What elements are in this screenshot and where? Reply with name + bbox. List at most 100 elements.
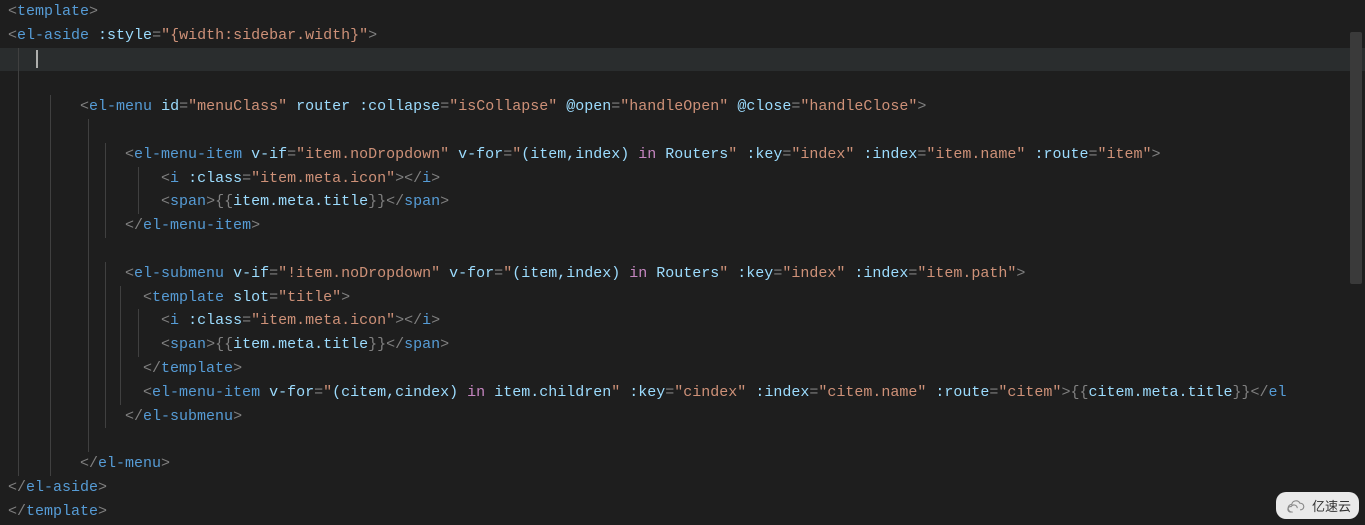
token-punct: <	[161, 336, 170, 353]
token-ident: item.meta.title	[233, 336, 368, 353]
token-txt	[440, 265, 449, 282]
token-punct: >	[233, 360, 242, 377]
code-line[interactable]: </el-aside>	[0, 476, 1365, 500]
code-line[interactable]: <template>	[0, 0, 1365, 24]
code-line[interactable]: <el-menu id="menuClass" router :collapse…	[0, 95, 1365, 119]
token-attr: :key	[629, 384, 665, 401]
token-tag: i	[170, 312, 179, 329]
indent-guide	[18, 119, 19, 143]
token-punct: >	[368, 27, 377, 44]
token-punct: =	[665, 384, 674, 401]
token-txt	[8, 265, 125, 282]
code-lines[interactable]: <template><el-aside :style="{width:sideb…	[0, 0, 1365, 524]
token-punct: </	[386, 336, 404, 353]
token-punct: <	[161, 193, 170, 210]
code-line[interactable]	[0, 428, 1365, 452]
code-line[interactable]: <span>{{item.meta.title}}</span>	[0, 190, 1365, 214]
token-ident: Routers	[647, 265, 719, 282]
indent-guide	[50, 428, 51, 452]
code-line[interactable]: </template>	[0, 357, 1365, 381]
token-attr: :style	[98, 27, 152, 44]
token-tag: i	[422, 170, 431, 187]
token-punct: =	[242, 312, 251, 329]
token-attr: router	[296, 98, 350, 115]
token-punct: <	[125, 146, 134, 163]
code-line[interactable]: <el-menu-item v-for="(citem,cindex) in i…	[0, 381, 1365, 405]
token-punct: </	[1251, 384, 1269, 401]
code-line[interactable]: <el-menu-item v-if="item.noDropdown" v-f…	[0, 143, 1365, 167]
token-attr: :index	[863, 146, 917, 163]
indent-guide	[88, 262, 89, 286]
token-attr: v-if	[233, 265, 269, 282]
code-line[interactable]: </template>	[0, 500, 1365, 524]
code-line[interactable]: <template slot="title">	[0, 286, 1365, 310]
code-line[interactable]	[0, 71, 1365, 95]
token-punct: </	[80, 455, 98, 472]
token-str: "item.name"	[926, 146, 1025, 163]
token-str: "handleClose"	[800, 98, 917, 115]
indent-guide	[105, 357, 106, 381]
token-txt	[242, 146, 251, 163]
code-line[interactable]: <span>{{item.meta.title}}</span>	[0, 333, 1365, 357]
token-punct: =	[152, 27, 161, 44]
code-line[interactable]: </el-menu-item>	[0, 214, 1365, 238]
token-attr: v-if	[251, 146, 287, 163]
indent-guide	[105, 262, 106, 286]
token-attr: :class	[188, 312, 242, 329]
indent-guide	[105, 190, 106, 214]
token-ident: (citem,cindex)	[332, 384, 467, 401]
indent-guide	[50, 333, 51, 357]
token-tag: i	[170, 170, 179, 187]
token-punct: >	[98, 479, 107, 496]
vertical-scrollbar[interactable]	[1349, 0, 1363, 525]
token-txt	[8, 384, 143, 401]
token-str: "item.meta.icon"	[251, 170, 395, 187]
code-line[interactable]: </el-submenu>	[0, 405, 1365, 429]
code-line[interactable]: <el-submenu v-if="!item.noDropdown" v-fo…	[0, 262, 1365, 286]
token-punct: <	[161, 170, 170, 187]
token-tag: el	[1269, 384, 1287, 401]
token-tag: template	[26, 503, 98, 520]
token-tag: template	[17, 3, 89, 20]
code-line[interactable]	[0, 48, 1365, 72]
token-str: "menuClass"	[188, 98, 287, 115]
indent-guide	[50, 405, 51, 429]
code-line[interactable]	[0, 238, 1365, 262]
token-attr: :index	[854, 265, 908, 282]
indent-guide	[138, 190, 139, 214]
token-str: "item.meta.icon"	[251, 312, 395, 329]
token-tag: el-menu	[98, 455, 161, 472]
indent-guide	[18, 405, 19, 429]
token-punct: <	[80, 98, 89, 115]
indent-guide	[50, 357, 51, 381]
code-line[interactable]: <i :class="item.meta.icon"></i>	[0, 309, 1365, 333]
token-punct: </	[125, 408, 143, 425]
indent-guide	[120, 286, 121, 310]
token-attr: slot	[233, 289, 269, 306]
indent-guide	[88, 333, 89, 357]
code-line[interactable]: <i :class="item.meta.icon"></i>	[0, 167, 1365, 191]
token-punct: =	[611, 98, 620, 115]
token-punct: >	[98, 503, 107, 520]
indent-guide	[18, 262, 19, 286]
code-line[interactable]: </el-menu>	[0, 452, 1365, 476]
token-txt	[350, 98, 359, 115]
indent-guide	[50, 143, 51, 167]
token-punct: >	[440, 193, 449, 210]
token-punct: {{	[215, 336, 233, 353]
indent-guide	[88, 286, 89, 310]
code-line[interactable]: <el-aside :style="{width:sidebar.width}"…	[0, 24, 1365, 48]
token-attr: id	[161, 98, 179, 115]
indent-guide	[138, 333, 139, 357]
token-txt	[845, 265, 854, 282]
token-key: in	[629, 265, 647, 282]
indent-guide	[18, 71, 19, 95]
token-str: "index"	[782, 265, 845, 282]
code-editor[interactable]: <template><el-aside :style="{width:sideb…	[0, 0, 1365, 525]
token-tag: span	[170, 336, 206, 353]
code-line[interactable]	[0, 119, 1365, 143]
token-punct: </	[125, 217, 143, 234]
scroll-thumb[interactable]	[1350, 32, 1362, 284]
token-ident: Routers	[656, 146, 728, 163]
token-punct: >	[431, 170, 440, 187]
